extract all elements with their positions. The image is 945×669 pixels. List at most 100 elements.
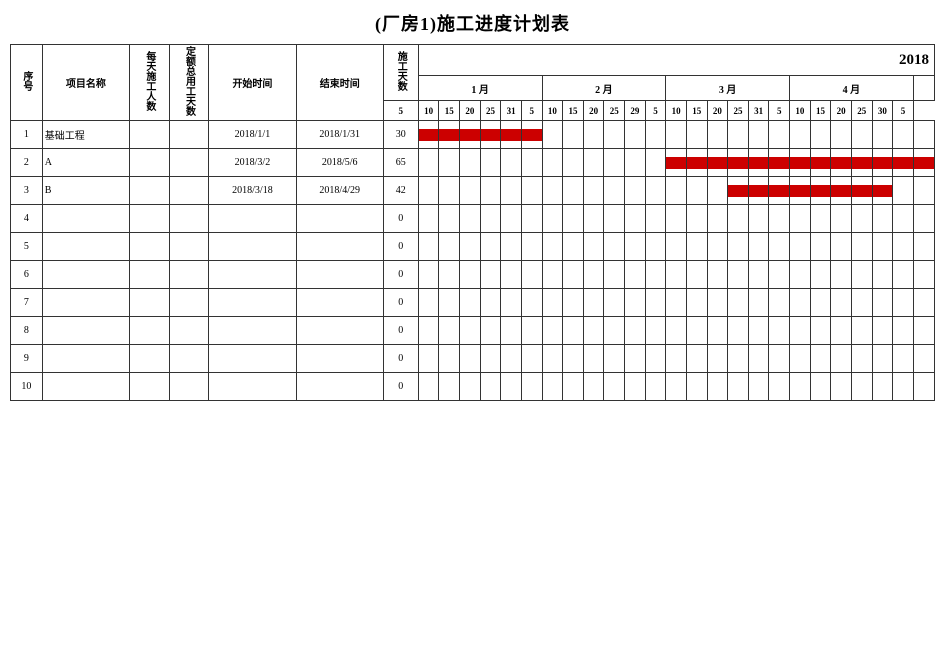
- cell-days-9: 0: [383, 345, 418, 373]
- gantt-feb15-r1: [583, 121, 604, 149]
- day-feb-15: 15: [563, 101, 584, 121]
- cell-days-8: 0: [383, 317, 418, 345]
- cell-days-4: 0: [383, 205, 418, 233]
- gantt-may5-r1: [913, 121, 934, 149]
- day-feb-25: 25: [604, 101, 625, 121]
- year-header: 2018: [418, 45, 934, 76]
- table-row: 7 0: [11, 289, 935, 317]
- col-header-days: 施工天数: [383, 45, 418, 101]
- gantt-table: 序号 项目名称 每天施工人数 定额总用工天数 开始时间 结束: [10, 44, 935, 401]
- gantt-apr5-r1: [790, 121, 811, 149]
- cell-start-7: [209, 289, 296, 317]
- day-mar-15: 15: [686, 101, 707, 121]
- cell-start-4: [209, 205, 296, 233]
- gantt-jan5-r1: [418, 121, 439, 149]
- gantt-apr20-r3: [851, 177, 872, 205]
- gantt-jan20-r1: [480, 121, 501, 149]
- cell-seq-8: 8: [11, 317, 43, 345]
- gantt-feb10-r1: [563, 121, 584, 149]
- gantt-apr30-r2: [893, 149, 914, 177]
- cell-start-3: 2018/3/18: [209, 177, 296, 205]
- gantt-jan10-r3: [439, 177, 460, 205]
- cell-quota-5: [169, 233, 209, 261]
- gantt-feb20-r3: [604, 177, 625, 205]
- gantt-feb29-r1: [645, 121, 666, 149]
- month-mar: 3 月: [666, 76, 790, 101]
- day-jan-31: 31: [501, 101, 522, 121]
- day-jan-15: 15: [439, 101, 460, 121]
- cell-end-5: [296, 233, 383, 261]
- day-jan-5: 5: [383, 101, 418, 121]
- gantt-jan25-r1: [501, 121, 522, 149]
- gantt-feb25-r3: [625, 177, 646, 205]
- cell-workers-3: [130, 177, 170, 205]
- table-row: 3 B 2018/3/18 2018/4/29 42: [11, 177, 935, 205]
- cell-workers-6: [130, 261, 170, 289]
- cell-quota-4: [169, 205, 209, 233]
- page-title: (厂房1)施工进度计划表: [10, 10, 935, 36]
- day-apr-20: 20: [831, 101, 852, 121]
- cell-quota-10: [169, 373, 209, 401]
- gantt-mar20-r3: [728, 177, 749, 205]
- day-feb-20: 20: [583, 101, 604, 121]
- cell-quota-3: [169, 177, 209, 205]
- gantt-apr30-r3: [893, 177, 914, 205]
- gantt-jan15-r1: [460, 121, 481, 149]
- cell-end-3: 2018/4/29: [296, 177, 383, 205]
- cell-start-2: 2018/3/2: [209, 149, 296, 177]
- gantt-apr10-r3: [810, 177, 831, 205]
- gantt-apr25-r2: [872, 149, 893, 177]
- cell-seq-1: 1: [11, 121, 43, 149]
- day-apr-25: 25: [851, 101, 872, 121]
- gantt-jan31-r3: [521, 177, 542, 205]
- cell-name-6: [42, 261, 129, 289]
- col-header-seq: 序号: [11, 45, 43, 121]
- cell-end-8: [296, 317, 383, 345]
- cell-quota-1: [169, 121, 209, 149]
- cell-seq-3: 3: [11, 177, 43, 205]
- header-year-row: 序号 项目名称 每天施工人数 定额总用工天数 开始时间 结束: [11, 45, 935, 76]
- cell-days-3: 42: [383, 177, 418, 205]
- cell-seq-6: 6: [11, 261, 43, 289]
- gantt-apr25-r3: [872, 177, 893, 205]
- gantt-apr5-r3: [790, 177, 811, 205]
- cell-seq-2: 2: [11, 149, 43, 177]
- cell-name-8: [42, 317, 129, 345]
- gantt-apr10-r1: [810, 121, 831, 149]
- cell-days-7: 0: [383, 289, 418, 317]
- gantt-feb20-r1: [604, 121, 625, 149]
- gantt-mar31-r3: [769, 177, 790, 205]
- cell-workers-1: [130, 121, 170, 149]
- cell-workers-7: [130, 289, 170, 317]
- gantt-mar15-r1: [707, 121, 728, 149]
- gantt-apr10-r2: [810, 149, 831, 177]
- gantt-jan15-r3: [460, 177, 481, 205]
- table-row: 5 0: [11, 233, 935, 261]
- day-mar-5: 5: [645, 101, 666, 121]
- cell-start-8: [209, 317, 296, 345]
- cell-quota-7: [169, 289, 209, 317]
- gantt-jan20-r2: [480, 149, 501, 177]
- table-row: 1 基础工程 2018/1/1 2018/1/31 30: [11, 121, 935, 149]
- gantt-mar20-r2: [728, 149, 749, 177]
- cell-workers-4: [130, 205, 170, 233]
- cell-end-10: [296, 373, 383, 401]
- gantt-feb5-r2: [542, 149, 563, 177]
- gantt-jan10-r2: [439, 149, 460, 177]
- col-header-start: 开始时间: [209, 45, 296, 121]
- gantt-may5-r3: [913, 177, 934, 205]
- cell-days-6: 0: [383, 261, 418, 289]
- cell-name-7: [42, 289, 129, 317]
- gantt-table-wrapper: 序号 项目名称 每天施工人数 定额总用工天数 开始时间 结束: [10, 44, 935, 401]
- cell-name-5: [42, 233, 129, 261]
- cell-end-2: 2018/5/6: [296, 149, 383, 177]
- month-may-partial: [913, 76, 934, 101]
- gantt-mar31-r2: [769, 149, 790, 177]
- day-feb-5: 5: [521, 101, 542, 121]
- cell-workers-8: [130, 317, 170, 345]
- cell-days-1: 30: [383, 121, 418, 149]
- gantt-mar25-r2: [748, 149, 769, 177]
- gantt-jan20-r3: [480, 177, 501, 205]
- table-row: 10 0: [11, 373, 935, 401]
- gantt-apr20-r1: [851, 121, 872, 149]
